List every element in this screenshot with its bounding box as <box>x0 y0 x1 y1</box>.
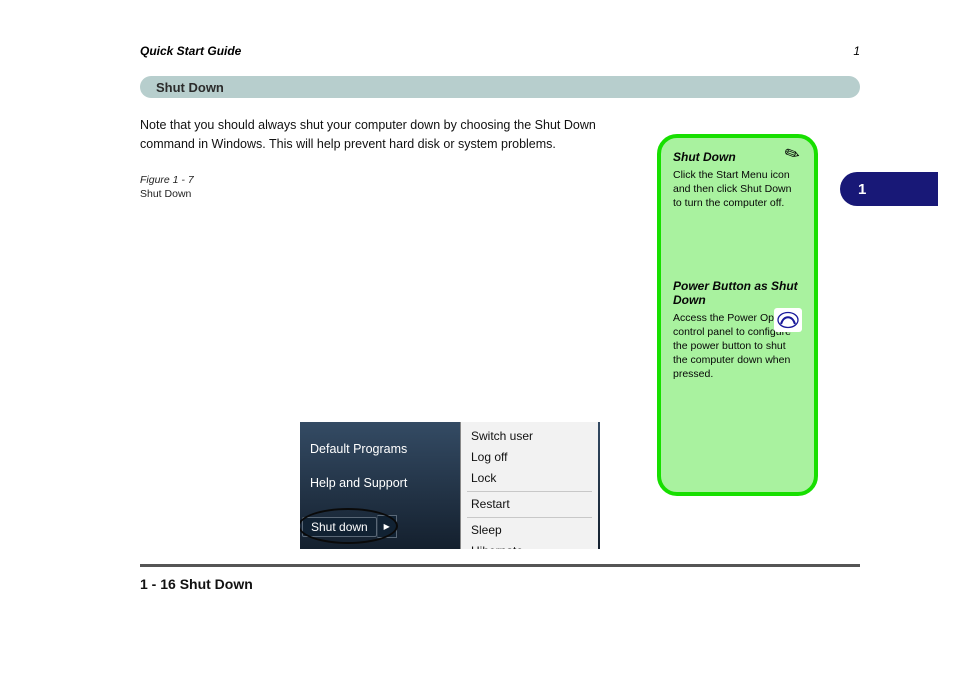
shutdown-button[interactable]: Shut down <box>302 517 377 537</box>
menu-separator <box>467 491 592 492</box>
menu-item-lock[interactable]: Lock <box>461 468 598 489</box>
page-footer-text: 1 - 16 Shut Down <box>140 576 253 592</box>
sidebar-text-1: Click the Start Menu icon and then click… <box>673 168 802 211</box>
section-number: 1 <box>853 44 860 58</box>
shutdown-menu-screenshot: Default Programs Help and Support Shut d… <box>300 422 600 549</box>
shutdown-arrow-button[interactable]: ▶ <box>377 515 397 538</box>
menu-item-switch-user[interactable]: Switch user <box>461 426 598 447</box>
section-title: Shut Down <box>156 80 224 95</box>
menu-item-sleep[interactable]: Sleep <box>461 520 598 541</box>
menu-item-hibernate[interactable]: Hibernate <box>461 541 598 549</box>
start-menu-item-help-support[interactable]: Help and Support <box>310 476 407 490</box>
body-paragraph: Note that you should always shut your co… <box>140 116 625 154</box>
section-title-bar: Shut Down <box>140 76 860 98</box>
windows-logo-icon <box>774 308 802 332</box>
menu-item-restart[interactable]: Restart <box>461 494 598 515</box>
menu-separator <box>467 517 592 518</box>
start-menu-item-default-programs[interactable]: Default Programs <box>310 442 407 456</box>
sidebar-title-2: Power Button as Shut Down <box>673 279 802 307</box>
footer-divider <box>140 564 860 567</box>
chapter-title: Quick Start Guide <box>140 44 241 58</box>
shutdown-submenu: Switch user Log off Lock Restart Sleep H… <box>460 422 598 549</box>
chapter-tab[interactable]: 1 <box>840 172 938 206</box>
start-menu-left-panel: Default Programs Help and Support Shut d… <box>300 422 460 549</box>
shutdown-button-group: Shut down ▶ <box>302 515 397 538</box>
menu-item-log-off[interactable]: Log off <box>461 447 598 468</box>
note-sidebar: ✎ Shut Down Click the Start Menu icon an… <box>657 134 818 496</box>
chapter-header: Quick Start Guide 1 <box>140 44 860 58</box>
